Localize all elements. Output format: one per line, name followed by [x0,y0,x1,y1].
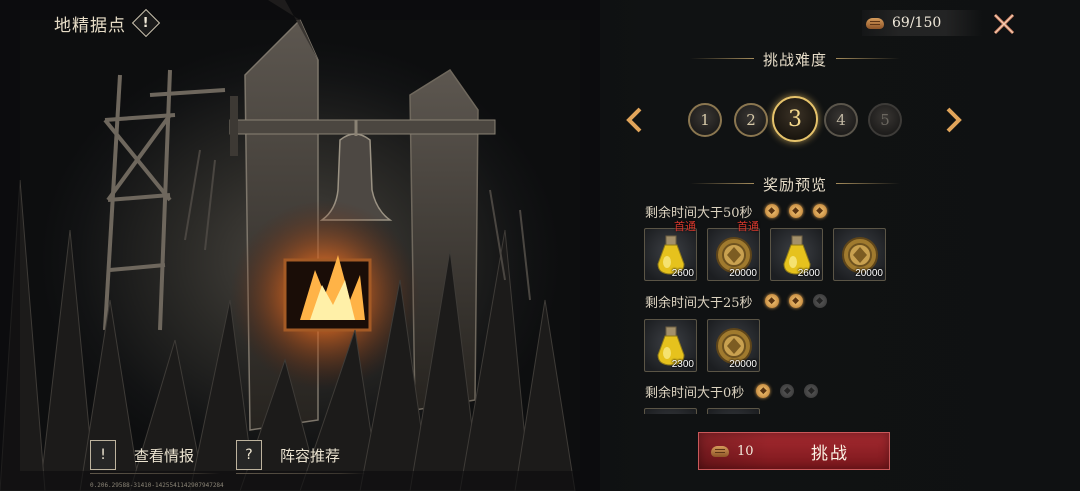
star-icon: ◆ [756,384,771,398]
reward-item[interactable] [707,408,760,414]
scroll-icon-glyph: ! [100,447,106,463]
star-icon: ◆ [812,204,827,218]
question-icon: ? [236,440,262,470]
stronghold-scene: 地精据点 ! ! 查看情报 ? 阵容推荐 0.206.29588-31410-1… [0,0,600,491]
difficulty-level-5[interactable]: 5 [868,103,902,137]
condition-text: 剩余时间大于25秒 [645,295,753,311]
divider [836,183,900,184]
divider [236,473,366,474]
reward-condition: 剩余时间大于0秒 ◆ ◆ ◆ [645,381,819,401]
challenge-label: 挑战 [811,443,849,464]
reward-item[interactable]: 2300 [644,319,697,372]
stamina-display: 69/150 [862,10,982,36]
star-icon: ◆ [764,204,779,218]
reward-item-list-clipped [644,408,760,414]
challenge-button[interactable]: 10 挑战 [698,432,890,470]
view-intel-button[interactable]: ! 查看情报 [90,438,220,474]
divider [690,58,754,59]
difficulty-title: 挑战难度 [762,50,827,69]
divider [690,183,754,184]
bread-icon [866,17,884,29]
star-icon: ◆ [788,294,803,308]
lineup-recommend-button[interactable]: ? 阵容推荐 [236,438,366,474]
condition-text: 剩余时间大于0秒 [645,385,745,401]
stage-title-bar: 地精据点 ! [54,8,161,38]
reward-item[interactable]: 20000 [833,228,886,281]
exclamation-icon[interactable]: ! [131,8,161,38]
star-icon: ◆ [804,384,819,398]
divider [836,58,900,59]
item-quantity: 2600 [671,268,694,279]
difficulty-level-3-selected[interactable]: 3 [772,96,818,142]
star-icon: ◆ [812,294,827,308]
chevron-left-icon[interactable] [624,106,644,134]
build-id: 0.206.29588-31410-1425541142907947284 [90,482,224,489]
difficulty-selector: 1 2 3 4 5 [684,96,914,146]
goblin-stronghold-illustration [0,0,600,491]
stage-title: 地精据点 [54,15,126,36]
challenge-cost: 10 [699,433,769,469]
chevron-right-icon[interactable] [944,106,964,134]
item-quantity: 20000 [855,268,883,279]
star-icon: ◆ [764,294,779,308]
reward-item-list: 2300 20000 [644,319,760,372]
question-icon-glyph: ? [245,447,253,463]
reward-item[interactable]: 首通 20000 [707,220,760,281]
item-quantity: 2600 [797,268,820,279]
star-icon: ◆ [788,204,803,218]
lineup-recommend-label: 阵容推荐 [280,446,341,465]
item-quantity: 20000 [729,268,757,279]
close-icon[interactable] [990,10,1018,38]
reward-condition: 剩余时间大于25秒 ◆ ◆ ◆ [645,291,827,311]
reward-section-title: 奖励预览 [690,173,900,195]
difficulty-level-4[interactable]: 4 [824,103,858,137]
reward-condition: 剩余时间大于50秒 ◆ ◆ ◆ [645,201,827,221]
difficulty-section-title: 挑战难度 [690,48,900,70]
item-quantity: 2300 [671,359,694,370]
item-quantity: 20000 [729,359,757,370]
divider [90,473,220,474]
reward-title: 奖励预览 [762,175,827,194]
reward-item[interactable] [644,408,697,414]
difficulty-level-2[interactable]: 2 [734,103,768,137]
reward-item[interactable]: 2600 [770,228,823,281]
view-intel-label: 查看情报 [134,446,195,465]
stamina-value: 69/150 [892,15,942,31]
reward-item[interactable]: 首通 2600 [644,220,697,281]
first-clear-label: 首通 [737,220,759,233]
challenge-cost-value: 10 [737,443,754,459]
reward-item[interactable]: 20000 [707,319,760,372]
bread-icon [711,445,729,457]
difficulty-level-1[interactable]: 1 [688,103,722,137]
first-clear-label: 首通 [674,220,696,233]
scroll-icon: ! [90,440,116,470]
star-icon: ◆ [780,384,795,398]
info-glyph: ! [143,15,149,31]
reward-item-list: 首通 2600 首通 20000 2600 20000 [644,220,886,281]
